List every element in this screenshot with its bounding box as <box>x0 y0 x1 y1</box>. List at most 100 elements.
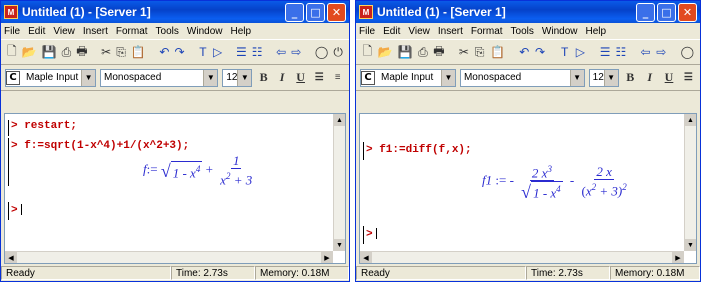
menu-edit[interactable]: Edit <box>28 26 45 37</box>
maple-app-icon[interactable]: M <box>4 5 18 19</box>
text-icon[interactable]: T <box>559 44 570 60</box>
undo-icon[interactable]: ↶ <box>159 44 169 60</box>
print-icon[interactable]: ⎙ <box>418 44 429 60</box>
chevron-down-icon[interactable]: ▼ <box>569 69 584 86</box>
font-select[interactable]: Monospaced ▼ <box>100 68 219 87</box>
scroll-down-icon[interactable]: ▼ <box>685 239 696 251</box>
underline-button[interactable]: U <box>293 70 308 86</box>
menu-file[interactable]: File <box>359 26 375 37</box>
menu-format[interactable]: Format <box>116 26 148 37</box>
menu-insert[interactable]: Insert <box>83 26 108 37</box>
back-icon[interactable]: ⇦ <box>640 44 651 60</box>
minimize-icon[interactable]: _ <box>285 2 304 22</box>
menu-format[interactable]: Format <box>471 26 503 37</box>
menu-help[interactable]: Help <box>585 26 606 37</box>
chevron-down-icon[interactable]: ▼ <box>440 69 455 86</box>
undo-icon[interactable]: ↶ <box>519 44 530 60</box>
size-select[interactable]: 12 ▼ <box>222 68 253 87</box>
forward-icon[interactable]: ⇨ <box>291 44 301 60</box>
stop-icon[interactable]: ◯ <box>681 44 694 60</box>
minimize-icon[interactable]: _ <box>636 2 655 22</box>
outdent-icon[interactable]: ☷ <box>252 44 263 60</box>
chevron-down-icon[interactable]: ▼ <box>81 69 96 86</box>
new-icon[interactable]: 🗋 <box>7 44 17 60</box>
save-icon[interactable]: 💾 <box>42 44 57 60</box>
cut-icon[interactable]: ✂ <box>459 44 470 60</box>
paste-icon[interactable]: 📋 <box>490 44 505 60</box>
chevron-down-icon[interactable]: ▼ <box>203 69 218 86</box>
worksheet[interactable]: > restart; > f:=sqrt(1-x^4)+1/(x^2+3); f… <box>4 113 346 264</box>
italic-button[interactable]: I <box>642 70 657 86</box>
align-center-icon[interactable]: ≡ <box>330 70 345 86</box>
scroll-left-icon[interactable]: ◀ <box>5 252 17 263</box>
input-prompt[interactable]: > <box>366 228 377 240</box>
bold-button[interactable]: B <box>256 70 271 86</box>
scroll-down-icon[interactable]: ▼ <box>334 239 345 251</box>
input-prompt[interactable]: > f:=sqrt(1-x^4)+1/(x^2+3); <box>11 140 189 152</box>
outdent-icon[interactable]: ☷ <box>615 44 626 60</box>
font-select[interactable]: Monospaced ▼ <box>459 68 585 87</box>
execute-icon[interactable]: ▷ <box>213 44 223 60</box>
scroll-up-icon[interactable]: ▲ <box>334 114 345 126</box>
print-icon[interactable]: ⎙ <box>62 44 72 60</box>
menu-tools[interactable]: Tools <box>156 26 179 37</box>
forward-icon[interactable]: ⇨ <box>656 44 667 60</box>
menu-edit[interactable]: Edit <box>383 26 400 37</box>
chevron-down-icon[interactable]: ▼ <box>237 69 252 86</box>
open-icon[interactable]: 📂 <box>22 44 37 60</box>
print-preview-icon[interactable]: 🖶 <box>433 44 444 60</box>
input-prompt[interactable]: > <box>11 204 22 216</box>
text-icon[interactable]: T <box>198 44 208 60</box>
menu-tools[interactable]: Tools <box>511 26 534 37</box>
menu-view[interactable]: View <box>408 26 430 37</box>
italic-button[interactable]: I <box>275 70 290 86</box>
menu-help[interactable]: Help <box>230 26 251 37</box>
bold-button[interactable]: B <box>623 70 638 86</box>
save-icon[interactable]: 💾 <box>398 44 413 60</box>
menu-file[interactable]: File <box>4 26 20 37</box>
horizontal-scrollbar[interactable]: ◀ ▶ <box>5 251 333 263</box>
paste-icon[interactable]: 📋 <box>131 44 146 60</box>
copy-icon[interactable]: ⎘ <box>474 44 485 60</box>
open-icon[interactable]: 📂 <box>378 44 393 60</box>
underline-button[interactable]: U <box>661 70 676 86</box>
menu-window[interactable]: Window <box>187 26 223 37</box>
input-prompt[interactable]: > f1:=diff(f,x); <box>366 144 472 156</box>
size-select[interactable]: 12 ▼ <box>588 68 619 87</box>
maximize-icon[interactable]: □ <box>657 2 676 22</box>
redo-icon[interactable]: ↷ <box>174 44 184 60</box>
maximize-icon[interactable]: □ <box>306 2 325 22</box>
copy-icon[interactable]: ⎘ <box>116 44 126 60</box>
indent-icon[interactable]: ☰ <box>600 44 611 60</box>
execute-icon[interactable]: ▷ <box>575 44 586 60</box>
redo-icon[interactable]: ↷ <box>535 44 546 60</box>
new-icon[interactable]: 🗋 <box>362 44 373 60</box>
restart-icon[interactable]: ⏻ <box>333 44 343 60</box>
worksheet[interactable]: > f1:=diff(f,x); f1 := - 2 x3 √ 1 - x4 - … <box>359 113 697 264</box>
indent-icon[interactable]: ☰ <box>236 44 247 60</box>
scroll-right-icon[interactable]: ▶ <box>672 252 684 263</box>
scroll-right-icon[interactable]: ▶ <box>321 252 333 263</box>
menu-insert[interactable]: Insert <box>438 26 463 37</box>
title-bar[interactable]: M Untitled (1) - [Server 1] _ □ ✕ <box>1 1 349 23</box>
cut-icon[interactable]: ✂ <box>101 44 111 60</box>
command-define-f[interactable]: f:=sqrt(1-x^4)+1/(x^2+3); <box>24 140 189 152</box>
close-icon[interactable]: ✕ <box>678 2 697 22</box>
close-icon[interactable]: ✕ <box>327 2 346 22</box>
back-icon[interactable]: ⇦ <box>276 44 286 60</box>
align-left-icon[interactable]: ☰ <box>681 70 696 86</box>
scroll-up-icon[interactable]: ▲ <box>685 114 696 126</box>
chevron-down-icon[interactable]: ▼ <box>603 69 618 86</box>
command-restart[interactable]: restart; <box>24 120 77 132</box>
align-left-icon[interactable]: ☰ <box>312 70 327 86</box>
style-select[interactable]: C Maple Input ▼ <box>360 68 456 87</box>
print-preview-icon[interactable]: 🖶 <box>76 44 87 60</box>
scroll-left-icon[interactable]: ◀ <box>360 252 372 263</box>
input-prompt[interactable]: > restart; <box>11 120 77 132</box>
vertical-scrollbar[interactable]: ▲ ▼ <box>333 114 345 251</box>
menu-view[interactable]: View <box>53 26 75 37</box>
vertical-scrollbar[interactable]: ▲ ▼ <box>684 114 696 251</box>
style-select[interactable]: C Maple Input ▼ <box>5 68 97 87</box>
maple-app-icon[interactable]: M <box>359 5 373 19</box>
menu-window[interactable]: Window <box>542 26 578 37</box>
